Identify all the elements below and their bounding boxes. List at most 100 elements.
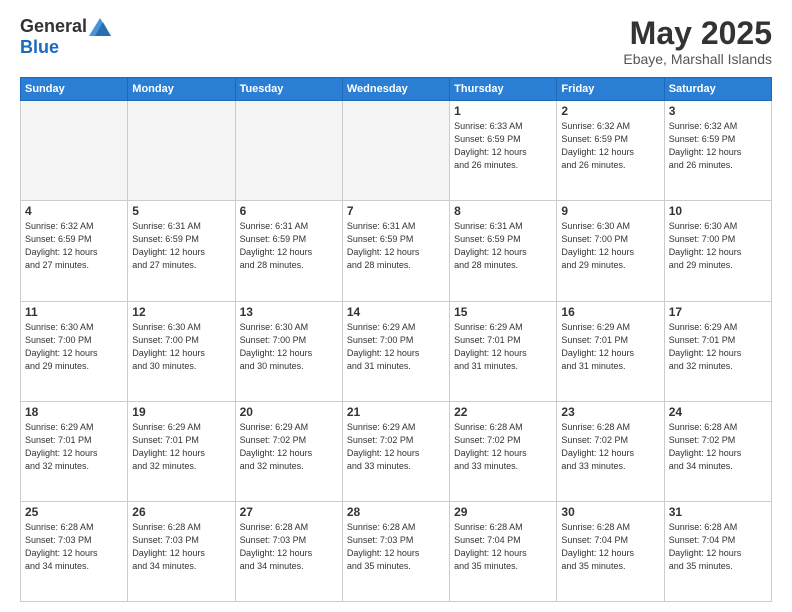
day-info: Sunrise: 6:29 AM Sunset: 7:02 PM Dayligh… [240,421,338,473]
logo-general-text: General [20,16,87,37]
calendar-cell [21,101,128,201]
calendar-cell: 10 Sunrise: 6:30 AM Sunset: 7:00 PM Dayli… [664,201,771,301]
day-number: 28 [347,505,445,519]
day-number: 2 [561,104,659,118]
day-number: 24 [669,405,767,419]
col-header-tuesday: Tuesday [235,78,342,101]
day-number: 16 [561,305,659,319]
day-info: Sunrise: 6:30 AM Sunset: 7:00 PM Dayligh… [25,321,123,373]
day-info: Sunrise: 6:28 AM Sunset: 7:02 PM Dayligh… [669,421,767,473]
calendar-cell: 29 Sunrise: 6:28 AM Sunset: 7:04 PM Dayli… [450,501,557,601]
day-info: Sunrise: 6:29 AM Sunset: 7:01 PM Dayligh… [561,321,659,373]
day-info: Sunrise: 6:32 AM Sunset: 6:59 PM Dayligh… [25,220,123,272]
day-info: Sunrise: 6:32 AM Sunset: 6:59 PM Dayligh… [669,120,767,172]
day-number: 29 [454,505,552,519]
day-info: Sunrise: 6:31 AM Sunset: 6:59 PM Dayligh… [132,220,230,272]
day-info: Sunrise: 6:28 AM Sunset: 7:03 PM Dayligh… [240,521,338,573]
calendar-cell: 25 Sunrise: 6:28 AM Sunset: 7:03 PM Dayli… [21,501,128,601]
day-info: Sunrise: 6:28 AM Sunset: 7:04 PM Dayligh… [454,521,552,573]
day-info: Sunrise: 6:31 AM Sunset: 6:59 PM Dayligh… [347,220,445,272]
day-number: 23 [561,405,659,419]
calendar-table: SundayMondayTuesdayWednesdayThursdayFrid… [20,77,772,602]
day-info: Sunrise: 6:29 AM Sunset: 7:01 PM Dayligh… [669,321,767,373]
day-info: Sunrise: 6:28 AM Sunset: 7:04 PM Dayligh… [669,521,767,573]
day-number: 27 [240,505,338,519]
day-info: Sunrise: 6:30 AM Sunset: 7:00 PM Dayligh… [240,321,338,373]
calendar-cell [235,101,342,201]
day-info: Sunrise: 6:28 AM Sunset: 7:04 PM Dayligh… [561,521,659,573]
day-number: 25 [25,505,123,519]
day-info: Sunrise: 6:29 AM Sunset: 7:01 PM Dayligh… [25,421,123,473]
calendar-cell: 27 Sunrise: 6:28 AM Sunset: 7:03 PM Dayli… [235,501,342,601]
col-header-wednesday: Wednesday [342,78,449,101]
day-number: 26 [132,505,230,519]
day-info: Sunrise: 6:30 AM Sunset: 7:00 PM Dayligh… [132,321,230,373]
col-header-friday: Friday [557,78,664,101]
month-title: May 2025 [623,16,772,51]
day-info: Sunrise: 6:30 AM Sunset: 7:00 PM Dayligh… [669,220,767,272]
day-number: 20 [240,405,338,419]
day-info: Sunrise: 6:28 AM Sunset: 7:02 PM Dayligh… [454,421,552,473]
calendar-cell [342,101,449,201]
calendar-cell: 1 Sunrise: 6:33 AM Sunset: 6:59 PM Daylig… [450,101,557,201]
day-info: Sunrise: 6:29 AM Sunset: 7:01 PM Dayligh… [454,321,552,373]
calendar-cell: 15 Sunrise: 6:29 AM Sunset: 7:01 PM Dayli… [450,301,557,401]
header: General Blue May 2025 Ebaye, Marshall Is… [20,16,772,67]
day-number: 30 [561,505,659,519]
calendar-cell: 3 Sunrise: 6:32 AM Sunset: 6:59 PM Daylig… [664,101,771,201]
calendar-cell: 23 Sunrise: 6:28 AM Sunset: 7:02 PM Dayli… [557,401,664,501]
day-number: 7 [347,204,445,218]
location-title: Ebaye, Marshall Islands [623,51,772,67]
calendar-cell: 11Sunrise: 6:30 AM Sunset: 7:00 PM Dayli… [21,301,128,401]
calendar-cell [128,101,235,201]
day-number: 15 [454,305,552,319]
day-number: 3 [669,104,767,118]
calendar-cell: 4 Sunrise: 6:32 AM Sunset: 6:59 PM Daylig… [21,201,128,301]
day-number: 21 [347,405,445,419]
calendar-header-row: SundayMondayTuesdayWednesdayThursdayFrid… [21,78,772,101]
calendar-cell: 19Sunrise: 6:29 AM Sunset: 7:01 PM Dayli… [128,401,235,501]
calendar-cell: 20 Sunrise: 6:29 AM Sunset: 7:02 PM Dayli… [235,401,342,501]
day-info: Sunrise: 6:29 AM Sunset: 7:01 PM Dayligh… [132,421,230,473]
calendar-cell: 24 Sunrise: 6:28 AM Sunset: 7:02 PM Dayli… [664,401,771,501]
day-number: 10 [669,204,767,218]
calendar-cell: 21Sunrise: 6:29 AM Sunset: 7:02 PM Dayli… [342,401,449,501]
calendar-week-row: 11Sunrise: 6:30 AM Sunset: 7:00 PM Dayli… [21,301,772,401]
day-number: 1 [454,104,552,118]
day-info: Sunrise: 6:32 AM Sunset: 6:59 PM Dayligh… [561,120,659,172]
day-info: Sunrise: 6:28 AM Sunset: 7:02 PM Dayligh… [561,421,659,473]
day-info: Sunrise: 6:33 AM Sunset: 6:59 PM Dayligh… [454,120,552,172]
calendar-cell: 5 Sunrise: 6:31 AM Sunset: 6:59 PM Daylig… [128,201,235,301]
day-info: Sunrise: 6:28 AM Sunset: 7:03 PM Dayligh… [25,521,123,573]
day-info: Sunrise: 6:31 AM Sunset: 6:59 PM Dayligh… [240,220,338,272]
day-number: 8 [454,204,552,218]
col-header-monday: Monday [128,78,235,101]
calendar-cell: 7 Sunrise: 6:31 AM Sunset: 6:59 PM Daylig… [342,201,449,301]
calendar-cell: 6 Sunrise: 6:31 AM Sunset: 6:59 PM Daylig… [235,201,342,301]
calendar-week-row: 4 Sunrise: 6:32 AM Sunset: 6:59 PM Daylig… [21,201,772,301]
day-number: 9 [561,204,659,218]
day-number: 12 [132,305,230,319]
title-block: May 2025 Ebaye, Marshall Islands [623,16,772,67]
day-info: Sunrise: 6:28 AM Sunset: 7:03 PM Dayligh… [347,521,445,573]
day-number: 31 [669,505,767,519]
logo-icon [89,18,111,36]
day-number: 14 [347,305,445,319]
calendar-cell: 18Sunrise: 6:29 AM Sunset: 7:01 PM Dayli… [21,401,128,501]
col-header-saturday: Saturday [664,78,771,101]
calendar-cell: 26Sunrise: 6:28 AM Sunset: 7:03 PM Dayli… [128,501,235,601]
day-number: 6 [240,204,338,218]
day-info: Sunrise: 6:29 AM Sunset: 7:00 PM Dayligh… [347,321,445,373]
calendar-week-row: 25 Sunrise: 6:28 AM Sunset: 7:03 PM Dayli… [21,501,772,601]
day-number: 13 [240,305,338,319]
day-number: 4 [25,204,123,218]
calendar-cell: 8Sunrise: 6:31 AM Sunset: 6:59 PM Daylig… [450,201,557,301]
day-number: 22 [454,405,552,419]
calendar-cell: 30 Sunrise: 6:28 AM Sunset: 7:04 PM Dayli… [557,501,664,601]
day-number: 5 [132,204,230,218]
calendar-cell: 31 Sunrise: 6:28 AM Sunset: 7:04 PM Dayli… [664,501,771,601]
day-info: Sunrise: 6:30 AM Sunset: 7:00 PM Dayligh… [561,220,659,272]
calendar-week-row: 1 Sunrise: 6:33 AM Sunset: 6:59 PM Daylig… [21,101,772,201]
calendar-cell: 13 Sunrise: 6:30 AM Sunset: 7:00 PM Dayli… [235,301,342,401]
day-number: 17 [669,305,767,319]
